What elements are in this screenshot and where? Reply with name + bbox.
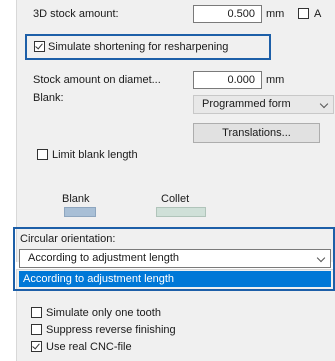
- blank-color-swatch[interactable]: [64, 207, 96, 217]
- stock-amount-a-label: A: [314, 8, 322, 20]
- circular-orientation-select[interactable]: According to adjustment length: [19, 249, 331, 268]
- limit-blank-length-checkbox[interactable]: [37, 149, 48, 160]
- use-real-cnc-file-label[interactable]: Use real CNC-file: [46, 340, 132, 354]
- stock-diameter-unit: mm: [266, 74, 285, 86]
- blank-select-value: Programmed form: [202, 98, 291, 110]
- simulation-settings-panel: 3D stock amount: 0.500 mm A Simulate sho…: [0, 0, 335, 361]
- chevron-down-icon: [316, 253, 326, 263]
- stock-diameter-label: Stock amount on diamet...: [33, 74, 161, 86]
- circular-orientation-value: According to adjustment length: [28, 252, 180, 264]
- chevron-down-icon: [319, 99, 329, 109]
- stock-amount-unit: mm: [266, 8, 285, 20]
- stock-amount-input[interactable]: 0.500: [193, 5, 262, 23]
- simulate-shortening-label[interactable]: Simulate shortening for resharpening: [48, 40, 228, 54]
- suppress-reverse-finishing-checkbox[interactable]: [31, 324, 42, 335]
- circular-orientation-option[interactable]: According to adjustment length: [19, 271, 331, 287]
- simulate-one-tooth-label[interactable]: Simulate only one tooth: [46, 306, 161, 320]
- translations-button[interactable]: Translations...: [193, 123, 320, 143]
- limit-blank-length-label[interactable]: Limit blank length: [52, 148, 138, 162]
- blank-select[interactable]: Programmed form: [193, 95, 334, 114]
- stock-diameter-input[interactable]: 0.000: [193, 71, 262, 89]
- circular-orientation-label: Circular orientation:: [20, 233, 116, 245]
- simulate-one-tooth-checkbox[interactable]: [31, 307, 42, 318]
- simulate-shortening-checkbox[interactable]: [34, 41, 45, 52]
- blank-color-label: Blank: [62, 193, 90, 205]
- collet-color-swatch[interactable]: [156, 207, 206, 217]
- suppress-reverse-finishing-label[interactable]: Suppress reverse finishing: [46, 323, 176, 337]
- use-real-cnc-file-checkbox[interactable]: [31, 341, 42, 352]
- collet-color-label: Collet: [161, 193, 190, 205]
- stock-amount-a-checkbox[interactable]: [298, 8, 309, 19]
- blank-label: Blank:: [33, 92, 64, 104]
- stock-amount-label: 3D stock amount:: [33, 8, 119, 20]
